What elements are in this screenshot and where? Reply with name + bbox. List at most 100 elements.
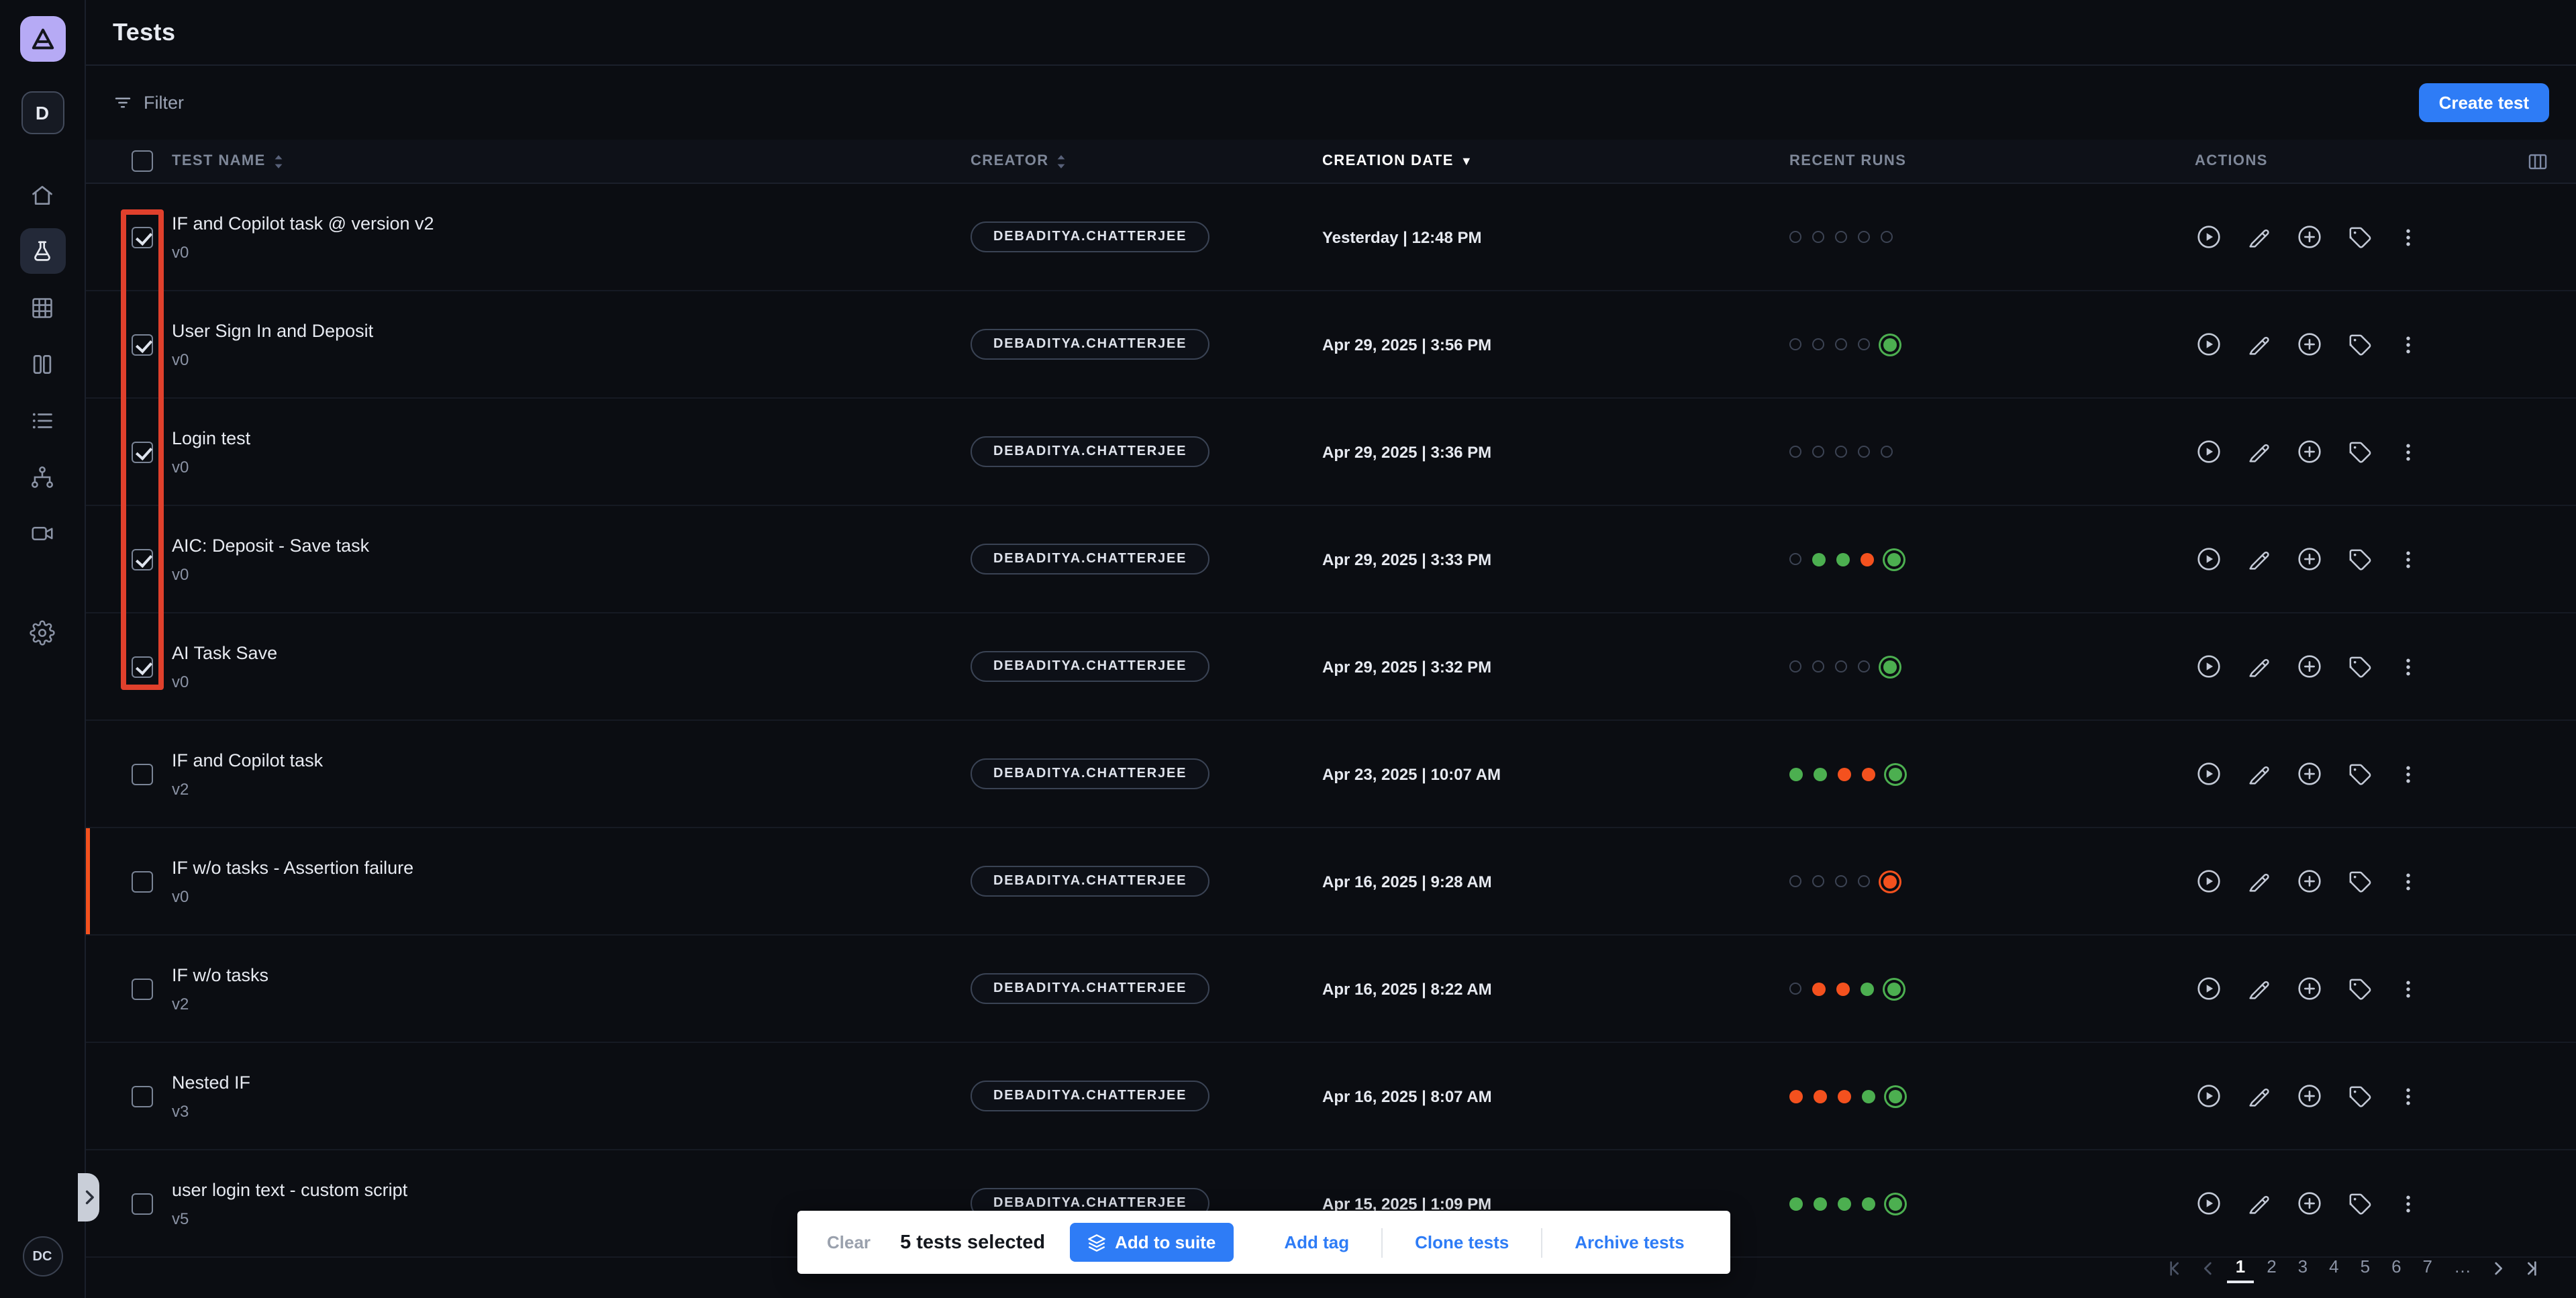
tag-row-button[interactable] bbox=[2346, 1190, 2373, 1217]
test-name[interactable]: user login text - custom script bbox=[172, 1179, 971, 1199]
sidebar-item-recordings[interactable] bbox=[19, 510, 65, 556]
clone-tests-button[interactable]: Clone tests bbox=[1383, 1232, 1541, 1252]
sidebar-expand-handle[interactable] bbox=[78, 1173, 99, 1221]
page-number-6[interactable]: 6 bbox=[2383, 1252, 2409, 1283]
row-checkbox[interactable] bbox=[132, 763, 153, 785]
add-to-suite-row-button[interactable] bbox=[2295, 223, 2324, 251]
test-name[interactable]: IF and Copilot task @ version v2 bbox=[172, 213, 971, 233]
run-test-button[interactable] bbox=[2195, 223, 2223, 251]
add-to-suite-row-button[interactable] bbox=[2295, 867, 2324, 895]
column-header-test-name[interactable]: TEST NAME bbox=[172, 152, 971, 170]
first-page-button[interactable] bbox=[2163, 1254, 2190, 1281]
page-number-4[interactable]: 4 bbox=[2321, 1252, 2346, 1283]
sidebar-item-suites[interactable] bbox=[19, 341, 65, 387]
test-name[interactable]: AIC: Deposit - Save task bbox=[172, 535, 971, 555]
next-page-button[interactable] bbox=[2485, 1254, 2512, 1281]
edit-test-button[interactable] bbox=[2246, 760, 2273, 787]
row-checkbox[interactable] bbox=[132, 334, 153, 355]
tag-row-button[interactable] bbox=[2346, 1083, 2373, 1109]
sidebar-item-datasets[interactable] bbox=[19, 285, 65, 330]
add-to-suite-row-button[interactable] bbox=[2295, 330, 2324, 358]
test-name[interactable]: AI Task Save bbox=[172, 642, 971, 662]
add-to-suite-row-button[interactable] bbox=[2295, 760, 2324, 788]
user-avatar[interactable]: DC bbox=[22, 1236, 62, 1277]
add-to-suite-button[interactable]: Add to suite bbox=[1069, 1223, 1233, 1262]
edit-test-button[interactable] bbox=[2246, 975, 2273, 1002]
sidebar-item-home[interactable] bbox=[19, 172, 65, 217]
run-test-button[interactable] bbox=[2195, 975, 2223, 1003]
run-test-button[interactable] bbox=[2195, 1082, 2223, 1110]
prev-page-button[interactable] bbox=[2195, 1254, 2222, 1281]
tag-row-button[interactable] bbox=[2346, 760, 2373, 787]
row-menu-button[interactable] bbox=[2396, 654, 2420, 679]
page-number-1[interactable]: 1 bbox=[2228, 1252, 2253, 1283]
test-name[interactable]: Login test bbox=[172, 428, 971, 448]
column-header-creator[interactable]: CREATOR bbox=[971, 152, 1322, 170]
tag-row-button[interactable] bbox=[2346, 653, 2373, 680]
row-menu-button[interactable] bbox=[2396, 440, 2420, 464]
row-menu-button[interactable] bbox=[2396, 1084, 2420, 1108]
archive-tests-button[interactable]: Archive tests bbox=[1542, 1232, 1716, 1252]
tag-row-button[interactable] bbox=[2346, 546, 2373, 572]
run-test-button[interactable] bbox=[2195, 545, 2223, 573]
row-checkbox[interactable] bbox=[132, 441, 153, 462]
add-tag-button[interactable]: Add tag bbox=[1252, 1232, 1381, 1252]
sidebar-item-runs-list[interactable] bbox=[19, 397, 65, 443]
row-menu-button[interactable] bbox=[2396, 762, 2420, 786]
run-test-button[interactable] bbox=[2195, 438, 2223, 466]
create-test-button[interactable]: Create test bbox=[2419, 83, 2549, 122]
row-menu-button[interactable] bbox=[2396, 332, 2420, 356]
workspace-switcher[interactable]: D bbox=[21, 91, 64, 134]
add-to-suite-row-button[interactable] bbox=[2295, 1082, 2324, 1110]
edit-test-button[interactable] bbox=[2246, 653, 2273, 680]
row-checkbox[interactable] bbox=[132, 548, 153, 570]
column-settings-button[interactable] bbox=[2514, 150, 2549, 172]
run-test-button[interactable] bbox=[2195, 330, 2223, 358]
add-to-suite-row-button[interactable] bbox=[2295, 1189, 2324, 1217]
page-number-7[interactable]: 7 bbox=[2415, 1252, 2440, 1283]
tag-row-button[interactable] bbox=[2346, 868, 2373, 895]
last-page-button[interactable] bbox=[2517, 1254, 2544, 1281]
row-checkbox[interactable] bbox=[132, 1085, 153, 1107]
row-menu-button[interactable] bbox=[2396, 547, 2420, 571]
edit-test-button[interactable] bbox=[2246, 223, 2273, 250]
run-test-button[interactable] bbox=[2195, 652, 2223, 681]
select-all-checkbox[interactable] bbox=[132, 150, 153, 172]
test-name[interactable]: User Sign In and Deposit bbox=[172, 320, 971, 340]
row-checkbox[interactable] bbox=[132, 1193, 153, 1214]
row-menu-button[interactable] bbox=[2396, 869, 2420, 893]
run-test-button[interactable] bbox=[2195, 1189, 2223, 1217]
sidebar-item-settings[interactable] bbox=[19, 609, 65, 655]
tag-row-button[interactable] bbox=[2346, 438, 2373, 465]
row-checkbox[interactable] bbox=[132, 870, 153, 892]
clear-selection-button[interactable]: Clear bbox=[797, 1232, 900, 1252]
test-name[interactable]: IF w/o tasks bbox=[172, 964, 971, 985]
page-number-3[interactable]: 3 bbox=[2290, 1252, 2316, 1283]
test-name[interactable]: IF and Copilot task bbox=[172, 750, 971, 770]
tag-row-button[interactable] bbox=[2346, 223, 2373, 250]
add-to-suite-row-button[interactable] bbox=[2295, 975, 2324, 1003]
add-to-suite-row-button[interactable] bbox=[2295, 438, 2324, 466]
tag-row-button[interactable] bbox=[2346, 331, 2373, 358]
add-to-suite-row-button[interactable] bbox=[2295, 545, 2324, 573]
run-test-button[interactable] bbox=[2195, 867, 2223, 895]
edit-test-button[interactable] bbox=[2246, 438, 2273, 465]
row-checkbox[interactable] bbox=[132, 978, 153, 999]
add-to-suite-row-button[interactable] bbox=[2295, 652, 2324, 681]
tag-row-button[interactable] bbox=[2346, 975, 2373, 1002]
sidebar-item-tests[interactable] bbox=[19, 228, 65, 274]
edit-test-button[interactable] bbox=[2246, 1190, 2273, 1217]
edit-test-button[interactable] bbox=[2246, 331, 2273, 358]
page-number-2[interactable]: 2 bbox=[2259, 1252, 2284, 1283]
row-menu-button[interactable] bbox=[2396, 1191, 2420, 1215]
row-menu-button[interactable] bbox=[2396, 977, 2420, 1001]
row-checkbox[interactable] bbox=[132, 656, 153, 677]
test-name[interactable]: Nested IF bbox=[172, 1072, 971, 1092]
edit-test-button[interactable] bbox=[2246, 868, 2273, 895]
app-logo[interactable] bbox=[19, 16, 65, 62]
run-test-button[interactable] bbox=[2195, 760, 2223, 788]
row-menu-button[interactable] bbox=[2396, 225, 2420, 249]
sidebar-item-workflows[interactable] bbox=[19, 454, 65, 499]
filter-button[interactable]: Filter bbox=[113, 93, 184, 113]
edit-test-button[interactable] bbox=[2246, 546, 2273, 572]
